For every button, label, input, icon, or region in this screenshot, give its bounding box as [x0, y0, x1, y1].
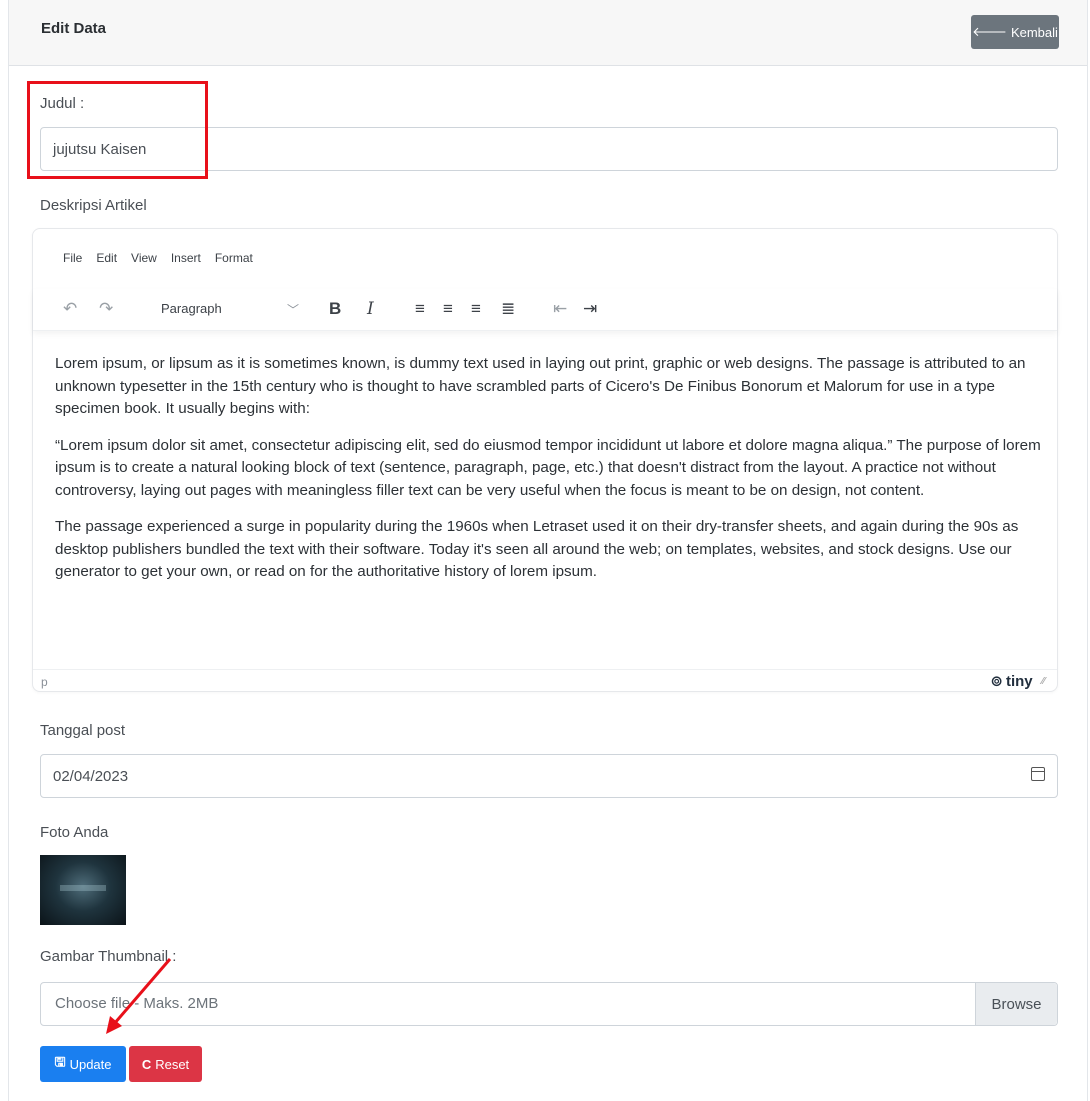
bold-icon[interactable]: B: [329, 299, 341, 319]
align-right-icon[interactable]: ≡: [471, 299, 481, 319]
tiny-brand-label: tiny: [1005, 672, 1033, 690]
judul-label: Judul :: [40, 95, 85, 112]
chevron-down-icon: ﹀: [286, 303, 299, 317]
foto-label: Foto Anda: [40, 824, 109, 841]
browse-button[interactable]: Browse: [975, 983, 1057, 1025]
align-center-icon[interactable]: ≡: [443, 299, 453, 319]
tanggal-label: Tanggal post: [40, 722, 126, 739]
reset-icon: C: [141, 1056, 152, 1072]
menu-edit[interactable]: Edit: [96, 251, 117, 265]
thumbnail-label: Gambar Thumbnail :: [40, 948, 177, 965]
editor-paragraph: Lorem ipsum, or lipsum as it is sometime…: [55, 355, 1026, 417]
indent-icon[interactable]: ⇥: [583, 299, 597, 319]
arrow-left-icon: 🡐: [972, 24, 1007, 39]
undo-icon[interactable]: ↶: [63, 299, 77, 319]
editor-paragraph: “Lorem ipsum dolor sit amet, consectetur…: [55, 436, 1041, 499]
tiny-brand-icon: ⊚: [990, 673, 1003, 690]
back-button[interactable]: 🡐 Kembali: [971, 15, 1059, 49]
rich-text-editor[interactable]: File Edit View Insert Format ↶ ↷ Paragra…: [32, 228, 1058, 692]
editor-menubar: File Edit View Insert Format: [63, 251, 253, 265]
editor-paragraph: The passage experienced a surge in popul…: [55, 518, 1019, 580]
italic-icon[interactable]: I: [367, 299, 374, 319]
update-button[interactable]: 🖫 Update: [40, 1046, 126, 1082]
menu-file[interactable]: File: [63, 251, 82, 265]
element-path[interactable]: p: [41, 675, 48, 689]
block-format-select[interactable]: Paragraph ﹀: [161, 301, 299, 318]
editor-content[interactable]: Lorem ipsum, or lipsum as it is sometime…: [55, 353, 1045, 598]
resize-handle-icon[interactable]: ⁄⁄: [1042, 676, 1045, 687]
align-left-icon[interactable]: ≡: [415, 299, 425, 319]
thumbnail-file-input[interactable]: Choose file - Maks. 2MB Browse: [40, 982, 1058, 1026]
back-button-label: Kembali: [1010, 24, 1058, 40]
file-input-placeholder: Choose file - Maks. 2MB: [55, 995, 219, 1012]
redo-icon[interactable]: ↷: [99, 299, 113, 319]
tanggal-input[interactable]: 02/04/2023: [40, 754, 1058, 798]
menu-view[interactable]: View: [131, 251, 157, 265]
page-title: Edit Data: [41, 20, 107, 37]
editor-toolbar: ↶ ↷ Paragraph ﹀ B I ≡ ≡ ≡ ≣ ⇤ ⇥: [33, 289, 1057, 331]
tanggal-input-value: 02/04/2023: [53, 767, 129, 785]
card-header: Edit Data 🡐 Kembali: [9, 0, 1087, 66]
align-justify-icon[interactable]: ≣: [501, 299, 515, 319]
current-photo-thumbnail: [40, 855, 126, 925]
deskripsi-label: Deskripsi Artikel: [40, 197, 147, 214]
menu-insert[interactable]: Insert: [171, 251, 201, 265]
judul-input-value: jujutsu Kaisen: [53, 140, 147, 158]
reset-button-label: Reset: [155, 1056, 190, 1072]
save-icon: 🖫: [54, 1054, 66, 1069]
tiny-logo[interactable]: ⊚ tiny ⁄⁄: [990, 672, 1045, 691]
judul-input[interactable]: jujutsu Kaisen: [40, 127, 1058, 171]
menu-format[interactable]: Format: [215, 251, 253, 265]
thumbnail-image-text: [60, 885, 106, 891]
outdent-icon[interactable]: ⇤: [553, 299, 567, 319]
update-button-label: Update: [69, 1056, 112, 1072]
reset-button[interactable]: C Reset: [129, 1046, 202, 1082]
editor-statusbar: p ⊚ tiny ⁄⁄: [33, 669, 1057, 693]
calendar-icon[interactable]: [1031, 767, 1045, 781]
block-format-value: Paragraph: [161, 301, 222, 316]
